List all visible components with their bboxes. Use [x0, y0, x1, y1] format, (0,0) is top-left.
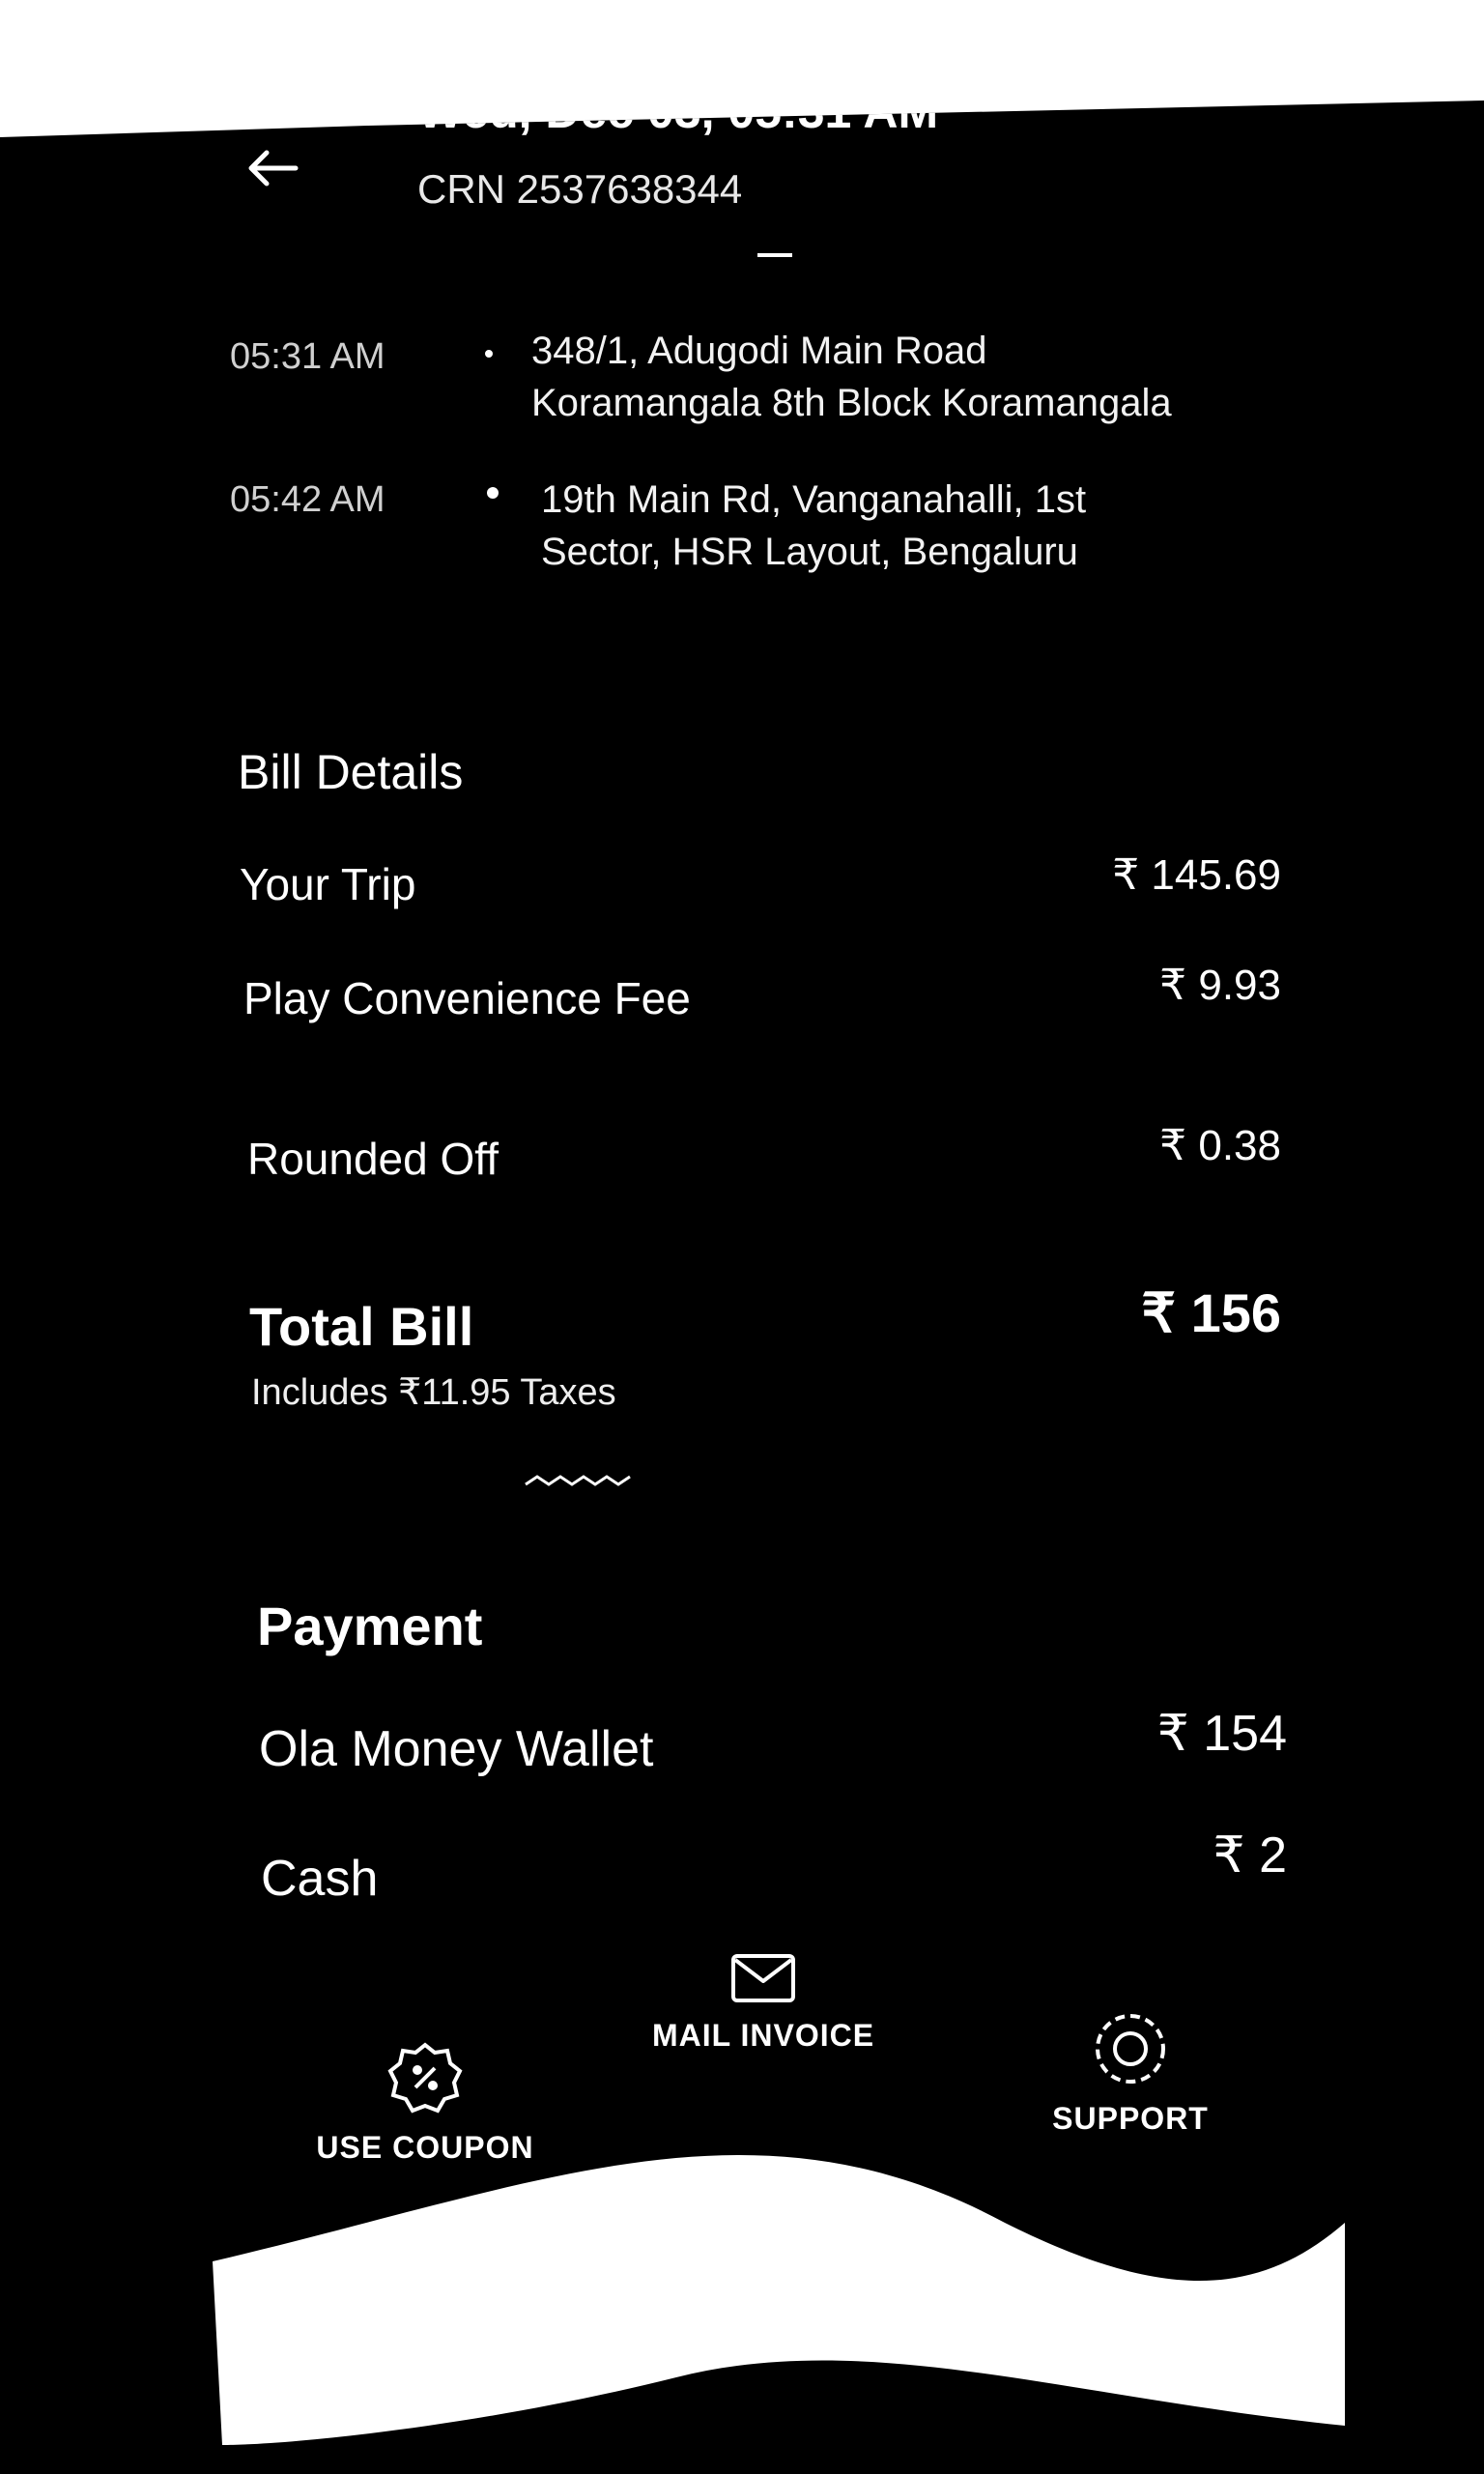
bottom-card [213, 2154, 1345, 2445]
header-divider [757, 253, 792, 257]
total-bill-value: ₹ 156 [1141, 1282, 1281, 1343]
total-bill-label: Total Bill [249, 1296, 474, 1357]
support-lifebuoy-icon [1096, 2014, 1165, 2084]
discount-badge-icon [387, 2042, 463, 2114]
bill-item-convenience-value: ₹ 9.93 [1159, 962, 1281, 1009]
chevron-down-icon [525, 1475, 631, 1486]
drop-time: 05:42 AM [230, 479, 385, 520]
arrow-left-icon [248, 150, 299, 187]
mail-invoice-button[interactable]: MAIL INVOICE [638, 1952, 889, 2054]
pickup-dot [485, 350, 493, 358]
bill-item-trip-value: ₹ 145.69 [1112, 851, 1281, 899]
drop-dot [487, 487, 499, 499]
payment-item-wallet-label: Ola Money Wallet [259, 1721, 654, 1777]
bill-expand-toggle[interactable] [522, 1471, 638, 1495]
bill-item-rounded-value: ₹ 0.38 [1159, 1122, 1281, 1169]
bill-item-convenience-label: Play Convenience Fee [243, 973, 691, 1023]
mail-invoice-label: MAIL INVOICE [651, 2018, 875, 2053]
back-button[interactable] [230, 126, 315, 211]
drop-address: 19th Main Rd, Vanganahalli, 1st Sector, … [541, 478, 1087, 573]
bill-item-trip-label: Your Trip [240, 859, 416, 909]
bill-details-title: Bill Details [238, 745, 464, 799]
payment-item-cash-value: ₹ 2 [1213, 1827, 1287, 1884]
pickup-time: 05:31 AM [230, 336, 385, 377]
pickup-address: 348/1, Adugodi Main Road Koramangala 8th… [531, 330, 1172, 424]
ride-crn: CRN 2537638344 [417, 166, 743, 212]
bill-item-rounded-label: Rounded Off [247, 1134, 499, 1184]
payment-item-cash-label: Cash [261, 1851, 379, 1907]
ride-details-screen: Wed, Dec 03, 05:31 AM CRN 2537638344 05:… [0, 84, 1484, 2474]
payment-item-wallet-value: ₹ 154 [1156, 1706, 1287, 1762]
taxes-note: Includes ₹11.95 Taxes [251, 1372, 616, 1413]
mail-icon [731, 1954, 795, 2002]
payment-title: Payment [257, 1596, 483, 1656]
ride-date: Wed, Dec 03, 05:31 AM [417, 84, 939, 138]
